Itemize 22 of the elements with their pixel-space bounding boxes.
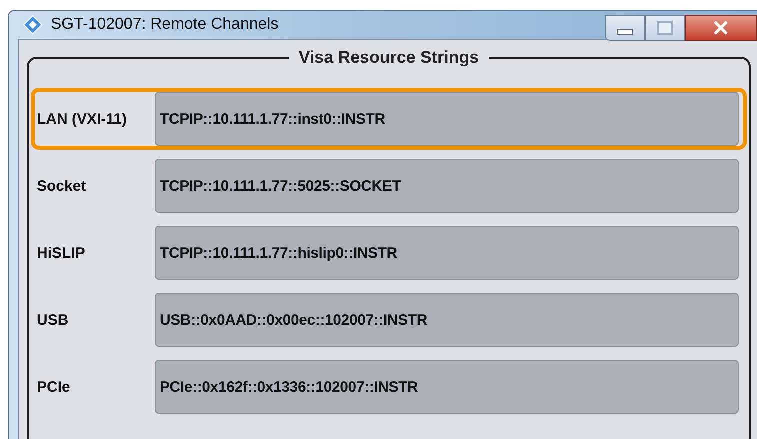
minimize-button[interactable]: [605, 15, 645, 41]
channel-row[interactable]: HiSLIP TCPIP::10.111.1.77::hislip0::INSTR: [31, 222, 747, 284]
channel-label: HiSLIP: [36, 244, 86, 262]
channel-label: LAN (VXI-11): [36, 110, 128, 128]
channel-row[interactable]: Socket TCPIP::10.111.1.77::5025::SOCKET: [31, 155, 747, 217]
close-icon: [713, 21, 729, 35]
channel-row[interactable]: PCIe PCIe::0x162f::0x1336::102007::INSTR: [31, 356, 747, 418]
group-title: Visa Resource Strings: [298, 48, 480, 68]
resource-field[interactable]: PCIe::0x162f::0x1336::102007::INSTR: [155, 360, 739, 414]
channel-label: PCIe: [36, 378, 72, 396]
close-button[interactable]: [685, 15, 757, 41]
resource-field[interactable]: TCPIP::10.111.1.77::5025::SOCKET: [155, 159, 739, 213]
channel-label: USB: [36, 312, 70, 328]
channel-row[interactable]: LAN (VXI-11) TCPIP::10.111.1.77::inst0::INSTR: [31, 88, 747, 150]
channel-row[interactable]: USB USB::0x0AAD::0x00ec::102007::INSTR: [31, 289, 747, 351]
maximize-button[interactable]: [645, 15, 685, 41]
channel-label: Socket: [36, 178, 88, 194]
resource-field[interactable]: TCPIP::10.111.1.77::inst0::INSTR: [155, 92, 739, 146]
diamond-icon: [23, 15, 43, 35]
window-title: SGT-102007: Remote Channels: [51, 16, 279, 34]
resource-field[interactable]: USB::0x0AAD::0x00ec::102007::INSTR: [155, 293, 739, 347]
resource-field[interactable]: TCPIP::10.111.1.77::hislip0::INSTR: [155, 226, 739, 280]
